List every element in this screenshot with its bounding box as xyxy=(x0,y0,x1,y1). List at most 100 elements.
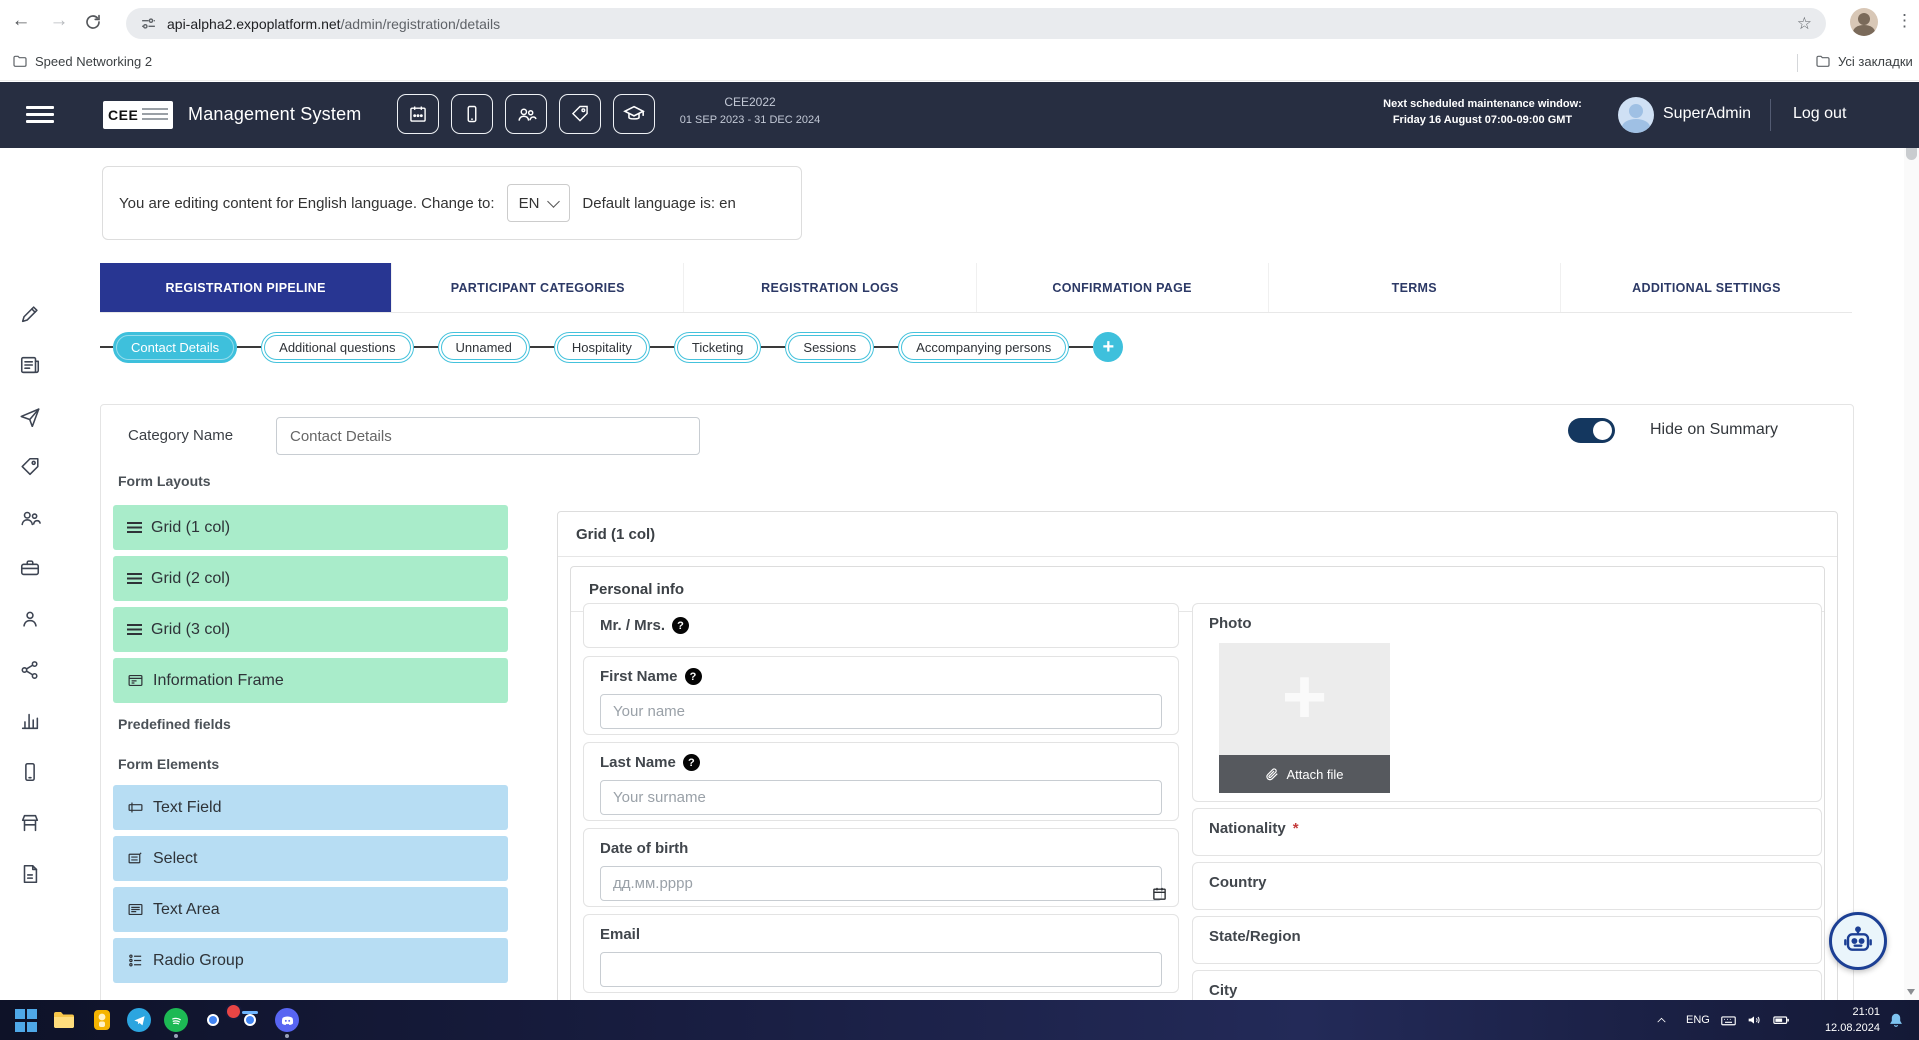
reload-button[interactable] xyxy=(84,13,110,31)
date-of-birth-input[interactable] xyxy=(600,866,1162,901)
photo-upload-widget[interactable]: + Attach file xyxy=(1219,643,1390,793)
field-card-email[interactable]: Email xyxy=(583,914,1179,993)
discord-icon[interactable] xyxy=(275,1008,299,1032)
element-text-field-button[interactable]: Text Field xyxy=(113,785,508,830)
step-sessions[interactable]: Sessions xyxy=(785,332,874,363)
field-card-last-name[interactable]: Last Name? xyxy=(583,742,1179,821)
notification-bell-icon[interactable] xyxy=(1888,1000,1904,1040)
news-icon[interactable] xyxy=(19,354,41,376)
analytics-icon[interactable] xyxy=(19,710,41,732)
help-icon[interactable]: ? xyxy=(683,754,700,771)
telegram-icon[interactable] xyxy=(127,1008,151,1032)
step-ticketing[interactable]: Ticketing xyxy=(674,332,762,363)
tab-additional-settings[interactable]: ADDITIONAL SETTINGS xyxy=(1560,263,1852,312)
element-select-button[interactable]: Select xyxy=(113,836,508,881)
assistant-robot-button[interactable] xyxy=(1829,912,1887,970)
step-accompanying-persons[interactable]: Accompanying persons xyxy=(898,332,1069,363)
hide-on-summary-toggle[interactable] xyxy=(1568,418,1615,443)
language-select[interactable]: EN xyxy=(507,184,571,222)
mobile-icon[interactable] xyxy=(19,761,41,783)
browser-toolbar: ← → api-alpha2.expoplatform.net/admin/re… xyxy=(0,0,1919,46)
element-label: Radio Group xyxy=(153,952,244,970)
forward-button[interactable]: → xyxy=(46,10,72,32)
browser-profile-avatar[interactable] xyxy=(1850,8,1878,36)
url-host: api-alpha2.expoplatform.net xyxy=(167,16,341,32)
field-card-nationality[interactable]: Nationality* xyxy=(1192,808,1822,856)
community-icon[interactable] xyxy=(19,507,41,529)
file-explorer-icon[interactable] xyxy=(52,1008,76,1032)
url-text[interactable]: api-alpha2.expoplatform.net/admin/regist… xyxy=(167,16,500,32)
tray-expand-button[interactable] xyxy=(1655,1000,1668,1040)
attach-file-button[interactable]: Attach file xyxy=(1219,755,1390,793)
touch-keyboard-icon[interactable] xyxy=(1720,1000,1737,1040)
browser-menu-icon[interactable]: ⋮ xyxy=(1896,11,1913,31)
field-label: Mr. / Mrs. xyxy=(600,617,665,634)
site-controls-icon[interactable] xyxy=(140,15,157,32)
all-bookmarks-button[interactable]: Усі закладки xyxy=(1815,53,1913,69)
last-name-input[interactable] xyxy=(600,780,1162,815)
photo-upload-dropzone[interactable]: + xyxy=(1219,643,1390,755)
page-scrollbar[interactable] xyxy=(1904,82,1919,1000)
step-unnamed[interactable]: Unnamed xyxy=(438,332,530,363)
event-logo[interactable]: CEE xyxy=(103,101,173,129)
participants-tool-button[interactable] xyxy=(505,94,547,134)
spotify-icon[interactable] xyxy=(164,1008,188,1032)
calendar-icon[interactable] xyxy=(1152,886,1167,901)
tag-icon[interactable] xyxy=(19,456,41,478)
yellow-app-icon[interactable] xyxy=(90,1008,114,1032)
taskbar-clock[interactable]: 21:01 12.08.2024 xyxy=(1808,1004,1880,1036)
scroll-down-arrow-icon[interactable] xyxy=(1907,989,1915,995)
step-additional-questions[interactable]: Additional questions xyxy=(261,332,413,363)
keyboard-language[interactable]: ENG xyxy=(1686,1000,1710,1040)
bookmark-speed-networking[interactable]: Speed Networking 2 xyxy=(12,53,152,69)
briefcase-icon[interactable] xyxy=(19,557,41,579)
people-icon[interactable] xyxy=(19,608,41,630)
layout-label: Grid (2 col) xyxy=(151,570,230,588)
field-card-first-name[interactable]: First Name? xyxy=(583,656,1179,735)
tab-registration-logs[interactable]: REGISTRATION LOGS xyxy=(683,263,975,312)
start-button[interactable] xyxy=(15,1008,39,1033)
edit-icon[interactable] xyxy=(19,303,41,325)
category-name-input[interactable] xyxy=(276,417,700,455)
step-hospitality[interactable]: Hospitality xyxy=(554,332,650,363)
calendar-tool-button[interactable] xyxy=(397,94,439,134)
battery-icon[interactable] xyxy=(1772,1000,1790,1040)
share-icon[interactable] xyxy=(19,659,41,681)
mobile-app-tool-button[interactable] xyxy=(451,94,493,134)
tab-terms[interactable]: TERMS xyxy=(1268,263,1560,312)
tab-registration-pipeline[interactable]: REGISTRATION PIPELINE xyxy=(100,263,391,312)
education-tool-button[interactable] xyxy=(613,94,655,134)
tab-participant-categories[interactable]: PARTICIPANT CATEGORIES xyxy=(391,263,683,312)
field-card-title[interactable]: Mr. / Mrs.? xyxy=(583,603,1179,648)
address-bar[interactable]: api-alpha2.expoplatform.net/admin/regist… xyxy=(126,8,1826,39)
bookmark-star-icon[interactable]: ☆ xyxy=(1797,14,1812,34)
travel-icon[interactable] xyxy=(19,405,41,427)
field-card-date-of-birth[interactable]: Date of birth xyxy=(583,828,1179,907)
logout-button[interactable]: Log out xyxy=(1793,105,1846,123)
stand-icon[interactable] xyxy=(19,812,41,834)
help-icon[interactable]: ? xyxy=(685,668,702,685)
add-step-button[interactable]: + xyxy=(1093,332,1123,362)
tab-confirmation-page[interactable]: CONFIRMATION PAGE xyxy=(976,263,1268,312)
back-button[interactable]: ← xyxy=(8,10,34,32)
layout-information-frame-button[interactable]: Information Frame xyxy=(113,658,508,703)
field-card-country[interactable]: Country xyxy=(1192,862,1822,910)
layout-grid-3col-button[interactable]: Grid (3 col) xyxy=(113,607,508,652)
help-icon[interactable]: ? xyxy=(672,617,689,634)
user-name[interactable]: SuperAdmin xyxy=(1663,105,1751,123)
user-avatar[interactable] xyxy=(1618,97,1654,133)
all-bookmarks-label: Усі закладки xyxy=(1838,54,1913,69)
tags-tool-button[interactable] xyxy=(559,94,601,134)
element-text-area-button[interactable]: Text Area xyxy=(113,887,508,932)
layout-grid-1col-button[interactable]: Grid (1 col) xyxy=(113,505,508,550)
email-input[interactable] xyxy=(600,952,1162,987)
element-radio-group-button[interactable]: Radio Group xyxy=(113,938,508,983)
field-card-state-region[interactable]: State/Region xyxy=(1192,916,1822,964)
speaker-icon[interactable] xyxy=(1746,1000,1762,1040)
language-notice: You are editing content for English lang… xyxy=(102,166,802,240)
layout-grid-2col-button[interactable]: Grid (2 col) xyxy=(113,556,508,601)
document-icon[interactable] xyxy=(19,863,41,885)
menu-icon[interactable] xyxy=(26,106,54,109)
step-contact-details[interactable]: Contact Details xyxy=(113,332,237,363)
first-name-input[interactable] xyxy=(600,694,1162,729)
